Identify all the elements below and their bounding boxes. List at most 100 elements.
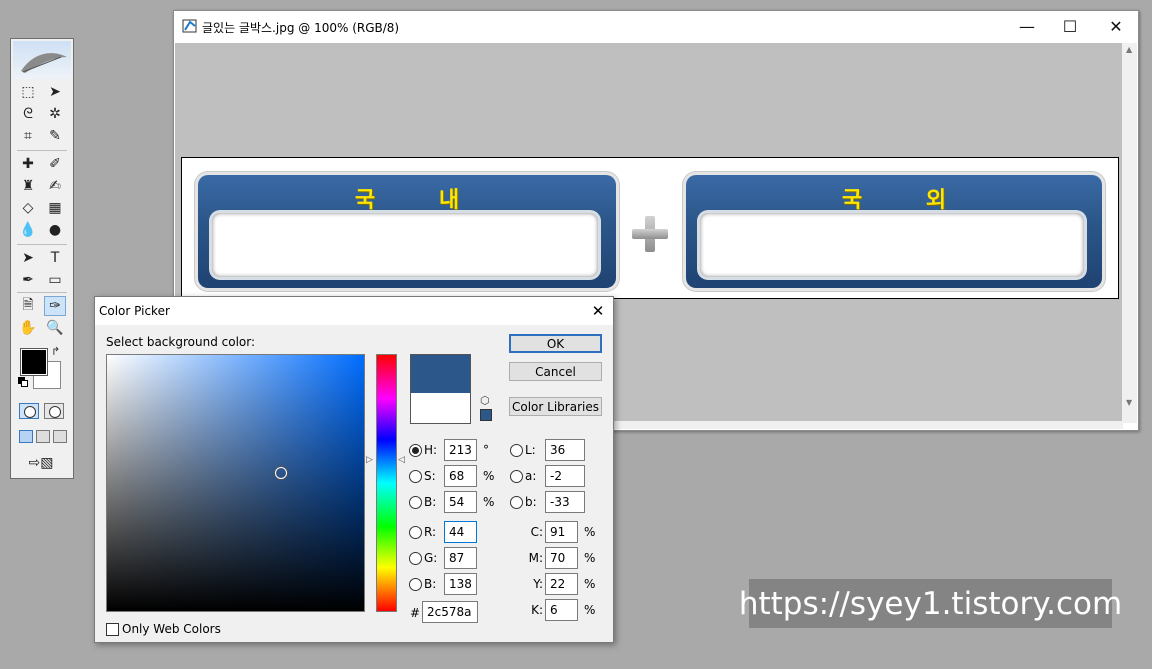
domestic-panel-textbox [212,213,598,277]
gradient-tool-icon[interactable]: ▦ [44,198,66,218]
saturation-unit: % [483,469,495,483]
current-color-swatch[interactable] [410,393,471,424]
standard-screen-mode-icon[interactable] [19,430,33,443]
hue-input[interactable]: 213 [444,439,477,461]
path-selection-tool-icon[interactable]: ➤ [17,248,39,268]
close-icon[interactable]: ✕ [1106,17,1126,36]
full-screen-mode-icon[interactable] [53,430,67,443]
lab-l-radio[interactable] [510,443,523,457]
only-web-colors-label: Only Web Colors [122,622,221,636]
black-input[interactable]: 6 [545,599,578,621]
hue-row: H: 213 ° [409,439,489,461]
black-label: K: [531,603,543,617]
domestic-panel: 국 내 [198,175,616,288]
close-icon[interactable]: ✕ [589,302,607,320]
yellow-input[interactable]: 22 [545,573,578,595]
move-tool-icon[interactable]: ➤ [44,82,66,102]
magenta-input[interactable]: 70 [545,547,578,569]
magenta-unit: % [584,551,596,565]
only-web-colors-check-box[interactable] [106,622,119,636]
default-colors-icon[interactable] [18,377,28,387]
dodge-tool-icon[interactable]: ● [44,220,66,240]
feather-logo-icon[interactable] [13,41,71,79]
saturation-radio[interactable] [409,469,422,483]
lab-a-row: a: -2 [510,465,585,487]
full-screen-menu-mode-icon[interactable] [36,430,50,443]
web-safe-color-swatch[interactable] [480,409,492,421]
only-web-colors-checkbox[interactable]: Only Web Colors [106,622,221,636]
magenta-label: M: [528,551,543,565]
notes-tool-icon[interactable]: 🗎 [17,296,39,316]
brightness-input[interactable]: 54 [444,491,477,513]
history-brush-tool-icon[interactable]: ✍ [44,176,66,196]
ok-button[interactable]: OK [509,334,602,353]
lab-a-label: a: [525,469,537,483]
saturation-label: S: [424,469,436,483]
healing-brush-tool-icon[interactable]: ✚ [17,154,39,174]
brightness-radio[interactable] [409,495,422,509]
picker-prompt: Select background color: [106,335,256,349]
blur-tool-icon[interactable]: 💧 [17,220,39,240]
green-input[interactable]: 87 [444,547,477,569]
maximize-icon[interactable]: ☐ [1060,17,1080,36]
blue-radio[interactable] [409,577,422,591]
cyan-label: C: [530,525,543,539]
swap-colors-icon[interactable]: ↱ [51,345,60,358]
lab-a-radio[interactable] [510,469,523,483]
crop-tool-icon[interactable]: ⌗ [17,126,39,146]
image-canvas[interactable]: 국 내 국 외 [181,157,1119,299]
scroll-down-icon[interactable]: ▼ [1126,398,1132,407]
hand-tool-icon[interactable]: ✋ [17,318,39,338]
shape-tool-icon[interactable]: ▭ [44,270,66,290]
lab-a-input[interactable]: -2 [545,465,585,487]
red-radio[interactable] [409,525,422,539]
brush-tool-icon[interactable]: ✐ [44,154,66,174]
slice-tool-icon[interactable]: ✎ [44,126,66,146]
color-picker-titlebar[interactable]: Color Picker ✕ [95,297,613,325]
green-radio[interactable] [409,551,422,565]
lab-b-radio[interactable] [510,495,523,509]
hex-input[interactable]: 2c578a [422,601,478,623]
web-safe-cube-icon[interactable]: ⬡ [480,395,492,407]
standard-mode-icon[interactable] [19,403,39,419]
lab-b-label: b: [525,495,537,509]
blue-row: B: 138 [409,573,477,595]
eyedropper-tool-icon[interactable]: ✑ [44,296,66,316]
foreground-color-swatch[interactable] [20,348,48,376]
minimize-icon[interactable]: — [1017,17,1037,36]
toolbox-divider [17,150,67,151]
type-tool-icon[interactable]: T [44,248,66,268]
lasso-tool-icon[interactable]: ᘓ [17,104,39,124]
color-libraries-button[interactable]: Color Libraries [509,397,602,416]
lab-l-input[interactable]: 36 [545,439,585,461]
marquee-tool-icon[interactable]: ⬚ [17,82,39,102]
lab-b-row: b: -33 [510,491,585,513]
clone-stamp-tool-icon[interactable]: ♜ [17,176,39,196]
hue-radio[interactable] [409,443,422,457]
jump-to-imageready-icon[interactable]: ⇨▧ [17,453,65,473]
hue-slider[interactable] [376,354,397,612]
document-titlebar[interactable]: 글있는 글박스.jpg @ 100% (RGB/8) — ☐ ✕ [174,11,1138,42]
cancel-button[interactable]: Cancel [509,362,602,381]
lab-l-label: L: [525,443,536,457]
color-selection-marker[interactable] [275,467,287,479]
lab-l-row: L: 36 [510,439,585,461]
hue-slider-right-arrow-icon[interactable]: ◁ [398,455,405,465]
quick-mask-mode-icon[interactable] [44,403,64,419]
blue-input[interactable]: 138 [444,573,477,595]
magic-wand-tool-icon[interactable]: ✲ [44,104,66,124]
cyan-input[interactable]: 91 [545,521,578,543]
scroll-up-icon[interactable]: ▲ [1126,45,1132,54]
zoom-tool-icon[interactable]: 🔍 [44,318,66,338]
hue-slider-left-arrow-icon[interactable]: ▷ [366,455,373,465]
color-picker-dialog: Color Picker ✕ Select background color: … [94,296,614,643]
eraser-tool-icon[interactable]: ◇ [17,198,39,218]
pen-tool-icon[interactable]: ✒ [17,270,39,290]
lab-b-input[interactable]: -33 [545,491,585,513]
red-input[interactable]: 44 [444,521,477,543]
vertical-scrollbar[interactable]: ▲ ▼ [1122,43,1137,423]
saturation-brightness-field[interactable] [106,354,365,612]
toolbox-panel: ⬚ ➤ ᘓ ✲ ⌗ ✎ ✚ ✐ ♜ ✍ ◇ ▦ 💧 ● ➤ T ✒ ▭ 🗎 ✑ … [10,38,74,479]
saturation-input[interactable]: 68 [444,465,477,487]
black-row: K: 6 % [527,599,595,621]
